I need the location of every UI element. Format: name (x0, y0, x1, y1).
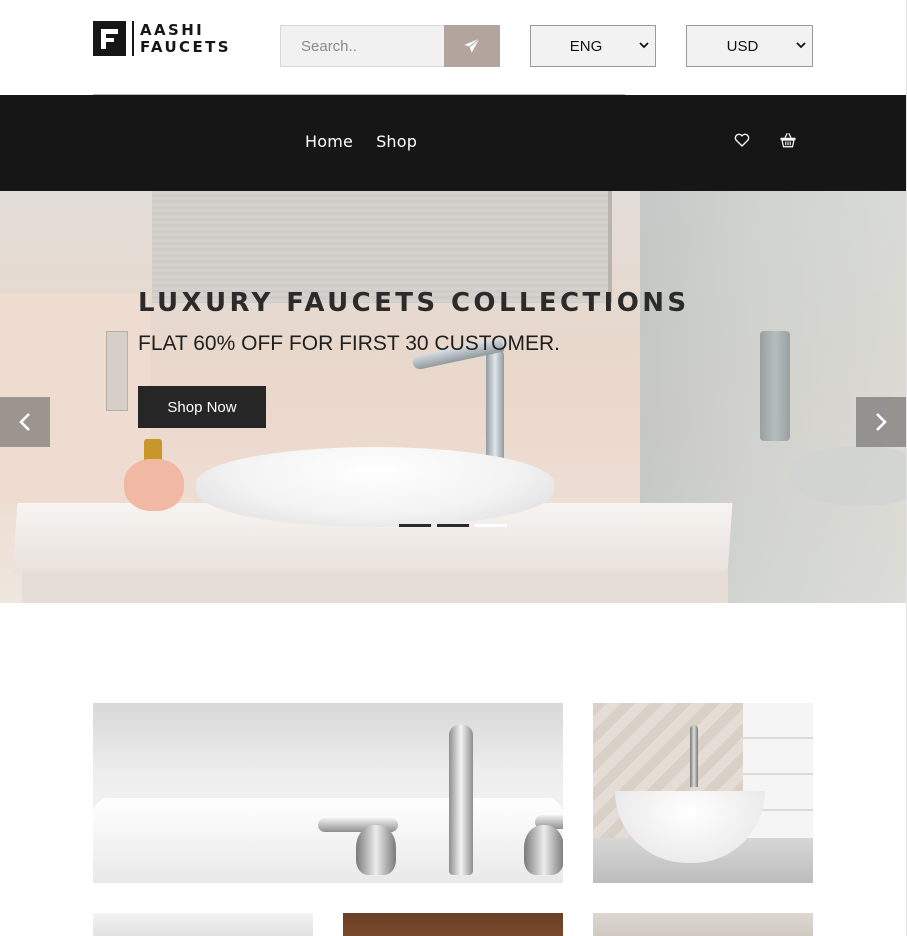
logo-text: AASHI FAUCETS (140, 20, 231, 56)
product-tile-bathtub-faucet[interactable] (93, 703, 563, 883)
hero-basin (196, 447, 554, 527)
chevron-right-icon (876, 413, 887, 431)
hero-soap-dispenser (124, 459, 184, 511)
hero-title: LUXURY FAUCETS COLLECTIONS (138, 288, 690, 318)
hero-reflection (760, 331, 790, 441)
search-bar (280, 25, 500, 67)
brand-logo[interactable]: AASHI FAUCETS (93, 21, 231, 56)
product-tile-3[interactable] (93, 913, 313, 936)
slider-indicators (399, 524, 507, 527)
search-input[interactable] (280, 25, 444, 67)
page: AASHI FAUCETS ENG USD (0, 0, 907, 936)
slide-indicator-3[interactable] (475, 524, 507, 527)
slide-indicator-1[interactable] (399, 524, 431, 527)
hero-faucet (486, 351, 504, 461)
nav-shop-link[interactable]: Shop (376, 132, 417, 151)
handle-left-base-image-part (356, 825, 396, 875)
chevron-left-icon (19, 413, 30, 431)
hero-reflection-basin (790, 446, 907, 506)
nav-home-link[interactable]: Home (305, 132, 353, 151)
search-button[interactable] (444, 25, 500, 67)
hero-window-blind (152, 191, 612, 303)
paper-plane-icon (464, 38, 480, 53)
currency-select[interactable]: USD (686, 25, 813, 67)
top-header: AASHI FAUCETS ENG USD (0, 0, 907, 95)
handle-right-base-image-part (524, 825, 563, 875)
currency-value: USD (726, 37, 759, 55)
hero-cabinet (22, 571, 728, 603)
chevron-down-icon (790, 41, 812, 52)
faucet-image-part (449, 725, 473, 875)
hero-light-switch (106, 331, 128, 411)
nav-links: Home Shop (305, 132, 417, 151)
logo-divider (132, 21, 134, 56)
faucet-image-part (690, 725, 698, 787)
hero-slider: LUXURY FAUCETS COLLECTIONS FLAT 60% OFF … (0, 191, 907, 603)
language-value: ENG (569, 37, 603, 55)
shop-now-button[interactable]: Shop Now (138, 386, 266, 428)
slider-prev-button[interactable] (0, 397, 50, 447)
hero-subtitle: FLAT 60% OFF FOR FIRST 30 CUSTOMER. (138, 332, 561, 355)
tub-image-part (93, 798, 563, 883)
main-nav: Home Shop (0, 95, 907, 191)
slider-next-button[interactable] (856, 397, 906, 447)
language-select[interactable]: ENG (530, 25, 656, 67)
product-tile-vessel-sink[interactable] (593, 703, 813, 883)
heart-icon[interactable] (733, 131, 751, 149)
logo-mark-icon (93, 21, 126, 56)
logo-line-2: FAUCETS (140, 37, 231, 56)
product-tile-4[interactable] (343, 913, 563, 936)
product-tile-5[interactable] (593, 913, 813, 936)
chevron-down-icon (633, 41, 655, 52)
logo-line-1: AASHI (140, 20, 205, 39)
slide-indicator-2[interactable] (437, 524, 469, 527)
nav-icons (733, 131, 797, 149)
basket-icon[interactable] (779, 131, 797, 149)
